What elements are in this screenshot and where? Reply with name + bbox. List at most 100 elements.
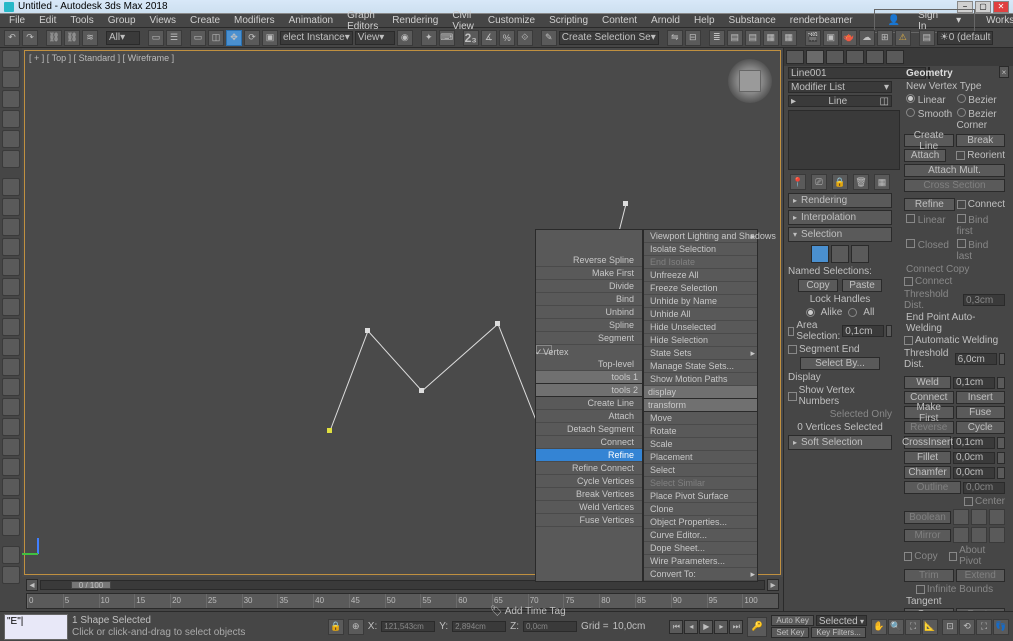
fillet-spinner[interactable]: [953, 452, 995, 464]
menu-rendering[interactable]: Rendering: [385, 15, 445, 26]
open-gallery-button[interactable]: ⊞: [877, 30, 893, 46]
select-instance-dropdown[interactable]: elect Instance ▾: [280, 31, 353, 45]
spinner-snap-button[interactable]: ⟐: [517, 30, 533, 46]
all-radio[interactable]: [848, 308, 857, 317]
area-sel-spinner[interactable]: [842, 325, 884, 337]
next-frame-button[interactable]: ▸: [714, 620, 728, 634]
key-mode-button[interactable]: 🔑: [747, 617, 767, 637]
quad-viewport-lighting[interactable]: Viewport Lighting and Shadows: [644, 230, 757, 243]
linear-radio[interactable]: [906, 94, 915, 103]
render-setup-button[interactable]: 🎬: [805, 30, 821, 46]
quad-toplevel[interactable]: Top-level: [536, 358, 642, 371]
time-slider-thumb[interactable]: 0 / 100: [71, 581, 111, 589]
unlink-button[interactable]: ⛓: [64, 30, 80, 46]
tangent-copy-button[interactable]: Copy: [904, 608, 954, 611]
quad-wire-params[interactable]: Wire Parameters...: [644, 555, 757, 568]
tangent-paste-button[interactable]: Paste: [956, 608, 1006, 611]
segment-subobj-button[interactable]: [831, 245, 849, 263]
rendered-frame-button[interactable]: ▣: [823, 30, 839, 46]
trim-button[interactable]: Trim: [904, 569, 954, 582]
menu-tools[interactable]: Tools: [63, 15, 100, 26]
quad-object-props[interactable]: Object Properties...: [644, 516, 757, 529]
nav-zoom-extents-button[interactable]: ⊡: [942, 619, 958, 635]
toggle-ribbon-button[interactable]: ▤: [727, 30, 743, 46]
modifier-list-dropdown[interactable]: Modifier List▾: [788, 81, 892, 93]
viewport[interactable]: [ + ] [ Top ] [ Standard ] [ Wireframe ]: [24, 50, 781, 575]
remove-modifier-button[interactable]: 🗑: [853, 174, 869, 190]
attach-mult-button[interactable]: Attach Mult.: [904, 164, 1005, 177]
select-by-button[interactable]: Select By...: [800, 357, 880, 370]
menu-views[interactable]: Views: [143, 15, 184, 26]
timeline-prev[interactable]: ◂: [26, 579, 38, 591]
mirror-b-icon[interactable]: [989, 527, 1005, 543]
snap-tool-5[interactable]: [2, 130, 20, 148]
extend-button[interactable]: Extend: [956, 569, 1006, 582]
lock-selection-button[interactable]: 🔒: [328, 619, 344, 635]
modify-tab[interactable]: [806, 50, 824, 64]
undo-button[interactable]: ↶: [4, 30, 20, 46]
hierarchy-tab[interactable]: [826, 50, 844, 64]
quad-divide[interactable]: Divide: [536, 280, 642, 293]
menu-help[interactable]: Help: [687, 15, 722, 26]
snap-tool-3[interactable]: [2, 90, 20, 108]
snap-toggle-button[interactable]: 2₃: [463, 30, 479, 46]
refine-button[interactable]: Refine: [904, 198, 955, 211]
rollout-soft-selection[interactable]: ▸Soft Selection: [788, 435, 892, 450]
quad-show-motion-paths[interactable]: Show Motion Paths: [644, 373, 757, 386]
prim-tool-18[interactable]: [2, 518, 20, 536]
bool-union-icon[interactable]: [953, 509, 969, 525]
smooth-radio[interactable]: [906, 108, 915, 117]
goto-end-button[interactable]: ⏭: [729, 620, 743, 634]
quad-segment-sub[interactable]: Segment: [536, 332, 642, 345]
menu-file[interactable]: File: [2, 15, 32, 26]
menu-civil-view[interactable]: Civil View: [445, 10, 481, 32]
make-unique-button[interactable]: 🔒: [832, 174, 848, 190]
utilities-tab[interactable]: [886, 50, 904, 64]
bezier-corner-radio[interactable]: [957, 108, 966, 117]
render-online-button[interactable]: ☁: [859, 30, 875, 46]
menu-modifiers[interactable]: Modifiers: [227, 15, 282, 26]
fillet-spin[interactable]: [997, 452, 1005, 464]
quad-manage-state-sets[interactable]: Manage State Sets...: [644, 360, 757, 373]
menu-arnold[interactable]: Arnold: [644, 15, 687, 26]
nav-max-toggle-button[interactable]: ⛶: [976, 619, 992, 635]
extra-tool-1[interactable]: [2, 546, 20, 564]
quad-connect[interactable]: Connect: [536, 436, 642, 449]
quad-unbind[interactable]: Unbind: [536, 306, 642, 319]
segment-end-check[interactable]: [788, 345, 797, 354]
boolean-button[interactable]: Boolean: [904, 511, 951, 524]
angle-snap-button[interactable]: ∡: [481, 30, 497, 46]
threshold2-spinner[interactable]: [955, 353, 997, 365]
quad-isolate-selection[interactable]: Isolate Selection: [644, 243, 757, 256]
spline-subobj-button[interactable]: [851, 245, 869, 263]
bool-sub-icon[interactable]: [971, 509, 987, 525]
percent-snap-button[interactable]: %: [499, 30, 515, 46]
selection-filter-dropdown[interactable]: All ▾: [106, 31, 140, 45]
abs-transform-button[interactable]: ⊕: [348, 619, 364, 635]
prev-frame-button[interactable]: ◂: [684, 620, 698, 634]
quad-spline-sub[interactable]: Spline: [536, 319, 642, 332]
prim-tool-9[interactable]: [2, 338, 20, 356]
bind-space-warp-button[interactable]: ≋: [82, 30, 98, 46]
quad-placement[interactable]: Placement: [644, 451, 757, 464]
quad-unhide-by-name[interactable]: Unhide by Name: [644, 295, 757, 308]
quad-place-pivot[interactable]: Place Pivot Surface: [644, 490, 757, 503]
display-tab[interactable]: [866, 50, 884, 64]
quad-move[interactable]: Move: [644, 412, 757, 425]
window-crossing-button[interactable]: ◫: [208, 30, 224, 46]
quad-refine[interactable]: Refine: [536, 449, 642, 462]
auto-welding-check[interactable]: [904, 336, 913, 345]
quad-create-line[interactable]: Create Line: [536, 397, 642, 410]
snap-tool-1[interactable]: [2, 50, 20, 68]
viewport-label[interactable]: [ + ] [ Top ] [ Standard ] [ Wireframe ]: [29, 53, 174, 63]
break-button[interactable]: Break: [956, 134, 1006, 147]
weld-spinner[interactable]: [953, 377, 995, 389]
z-coord-input[interactable]: [523, 621, 577, 632]
prim-tool-13[interactable]: [2, 418, 20, 436]
mirror-button[interactable]: Mirror: [904, 529, 951, 542]
named-sel-set-dropdown[interactable]: Create Selection Se ▾: [559, 31, 659, 45]
rollout-interpolation[interactable]: ▸Interpolation: [788, 210, 892, 225]
select-rotate-button[interactable]: ⟳: [244, 30, 260, 46]
quad-curve-editor[interactable]: Curve Editor...: [644, 529, 757, 542]
maximize-button[interactable]: ▢: [975, 1, 991, 13]
